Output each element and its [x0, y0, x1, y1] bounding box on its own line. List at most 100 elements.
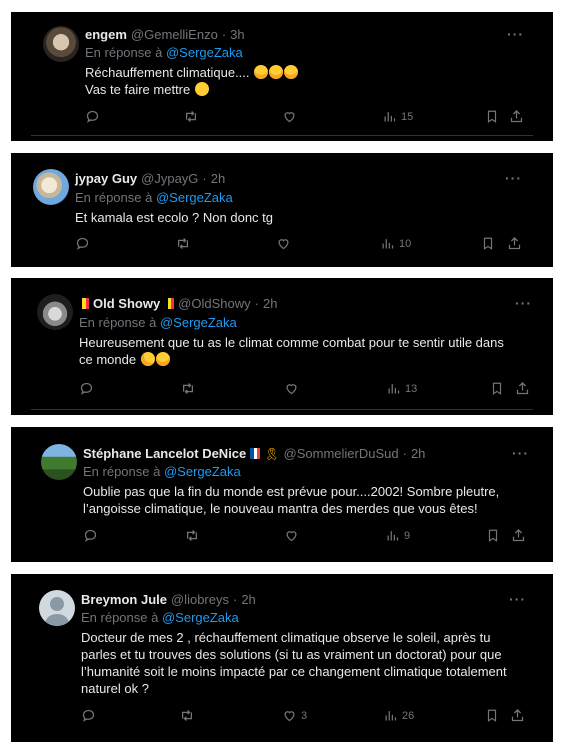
- reply-mention-link[interactable]: @SergeZaka: [164, 464, 241, 479]
- timestamp[interactable]: 3h: [230, 27, 244, 42]
- tweet-text-line: Réchauffement climatique....: [85, 65, 250, 80]
- tweet-text: Oublie pas que la fin du monde est prévu…: [83, 483, 499, 517]
- reply-icon: [86, 110, 99, 123]
- reply-prefix: En réponse à: [85, 45, 163, 60]
- rolling-laughing-emoji-icon: [140, 352, 155, 366]
- avatar[interactable]: [41, 444, 77, 480]
- repost-button[interactable]: [179, 708, 195, 723]
- user-handle[interactable]: @OldShowy: [178, 296, 250, 311]
- display-name[interactable]: Breymon Jule: [81, 592, 167, 607]
- views-button[interactable]: 9: [385, 528, 410, 543]
- reply-icon: [84, 529, 97, 542]
- separator-dot: ·: [232, 592, 238, 607]
- repost-button[interactable]: [175, 236, 191, 251]
- repost-icon: [187, 530, 197, 541]
- like-button[interactable]: [282, 109, 301, 124]
- bookmark-button[interactable]: [490, 381, 504, 396]
- share-button[interactable]: [510, 708, 525, 723]
- user-handle[interactable]: @liobreys: [171, 592, 229, 607]
- share-button[interactable]: [507, 236, 522, 251]
- reply-icon: [82, 709, 95, 722]
- more-options-icon[interactable]: ···: [507, 26, 524, 42]
- bookmark-icon: [483, 237, 493, 250]
- more-options-icon[interactable]: ···: [505, 170, 522, 186]
- tweet-card[interactable]: engem @GemelliEnzo · 3h ··· En réponse à…: [11, 12, 553, 141]
- reply-button[interactable]: [83, 528, 98, 543]
- repost-button[interactable]: [180, 381, 196, 396]
- tweet-text-line: parles et tu trouves des solutions (si t…: [81, 647, 502, 662]
- separator-dot: ·: [254, 296, 259, 311]
- views-button[interactable]: 26: [383, 708, 414, 723]
- avatar[interactable]: [43, 26, 79, 62]
- bookmark-button[interactable]: [485, 708, 499, 723]
- tweet-text-line: Docteur de mes 2 , réchauffement climati…: [81, 630, 491, 645]
- reply-mention-link[interactable]: @SergeZaka: [162, 610, 239, 625]
- default-avatar-icon: [44, 597, 70, 626]
- divider: [31, 409, 533, 410]
- display-name[interactable]: Stéphane Lancelot DeNice: [83, 446, 246, 461]
- belgium-flag-icon: [164, 298, 175, 309]
- reply-mention-link[interactable]: @SergeZaka: [166, 45, 243, 60]
- tweet-card[interactable]: Stéphane Lancelot DeNice 🎗 @SommelierDuS…: [11, 427, 553, 562]
- avatar[interactable]: [33, 169, 69, 205]
- tweet-card[interactable]: Old Showy @OldShowy · 2h ··· En réponse …: [11, 278, 553, 415]
- action-bar: 9: [83, 528, 531, 544]
- user-handle[interactable]: @GemelliEnzo: [131, 27, 218, 42]
- tweet-text-line: Oublie pas que la fin du monde est prévu…: [83, 484, 500, 499]
- views-button[interactable]: 10: [380, 236, 411, 251]
- reply-mention-link[interactable]: @SergeZaka: [160, 315, 237, 330]
- bookmark-icon: [492, 382, 502, 395]
- laughing-crying-emoji-icon: [269, 65, 284, 79]
- views-button[interactable]: 13: [386, 381, 417, 396]
- reply-mention-link[interactable]: @SergeZaka: [156, 190, 233, 205]
- bookmark-button[interactable]: [485, 109, 499, 124]
- share-icon: [511, 708, 524, 722]
- repost-button[interactable]: [184, 528, 200, 543]
- timestamp[interactable]: 2h: [211, 171, 225, 186]
- laughing-crying-emoji-icon: [284, 65, 299, 79]
- tweet-text-line: Et kamala est ecolo ? Non donc tg: [75, 210, 274, 225]
- user-handle[interactable]: @JypayG: [141, 171, 198, 186]
- tweet-card[interactable]: Breymon Jule @liobreys · 2h ··· En répon…: [11, 574, 553, 742]
- timestamp[interactable]: 2h: [263, 296, 277, 311]
- share-icon: [508, 236, 521, 250]
- avatar[interactable]: [39, 590, 75, 626]
- share-button[interactable]: [511, 528, 526, 543]
- bookmark-button[interactable]: [486, 528, 500, 543]
- like-button[interactable]: [284, 528, 303, 543]
- belgium-flag-icon: [79, 298, 89, 309]
- more-options-icon[interactable]: ···: [509, 591, 526, 607]
- more-options-icon[interactable]: ···: [512, 445, 529, 461]
- view-count: 9: [404, 529, 411, 542]
- reply-button[interactable]: [79, 381, 94, 396]
- reply-button[interactable]: [75, 236, 90, 251]
- like-button[interactable]: 3: [282, 708, 307, 723]
- tweet-text-line: Heureusement que tu as le climat comme c…: [79, 335, 504, 350]
- reply-button[interactable]: [85, 109, 100, 124]
- avatar[interactable]: [37, 294, 73, 330]
- laughing-crying-emoji-icon: [155, 352, 170, 366]
- reply-prefix: En réponse à: [79, 315, 157, 330]
- action-bar: 3 26: [81, 708, 531, 724]
- display-name[interactable]: engem: [85, 27, 127, 42]
- more-options-icon[interactable]: ···: [515, 295, 532, 311]
- tweet-text-line: ce monde: [79, 352, 137, 367]
- repost-button[interactable]: [183, 109, 199, 124]
- display-name[interactable]: jypay Guy: [75, 171, 137, 186]
- tweet-card[interactable]: jypay Guy @JypayG · 2h ··· En réponse à …: [11, 153, 553, 267]
- like-button[interactable]: [276, 236, 295, 251]
- user-handle[interactable]: @SommelierDuSud: [284, 446, 399, 461]
- views-button[interactable]: 15: [382, 109, 413, 124]
- reply-prefix: En réponse à: [81, 610, 159, 625]
- reply-button[interactable]: [81, 708, 96, 723]
- share-button[interactable]: [515, 381, 530, 396]
- bookmark-icon: [487, 709, 497, 722]
- view-count: 15: [401, 110, 414, 123]
- share-button[interactable]: [509, 109, 524, 124]
- display-name[interactable]: Old Showy: [93, 296, 160, 311]
- timestamp[interactable]: 2h: [241, 592, 255, 607]
- timestamp[interactable]: 2h: [411, 446, 425, 461]
- like-button[interactable]: [284, 381, 303, 396]
- bookmark-button[interactable]: [481, 236, 495, 251]
- repost-icon: [183, 383, 193, 394]
